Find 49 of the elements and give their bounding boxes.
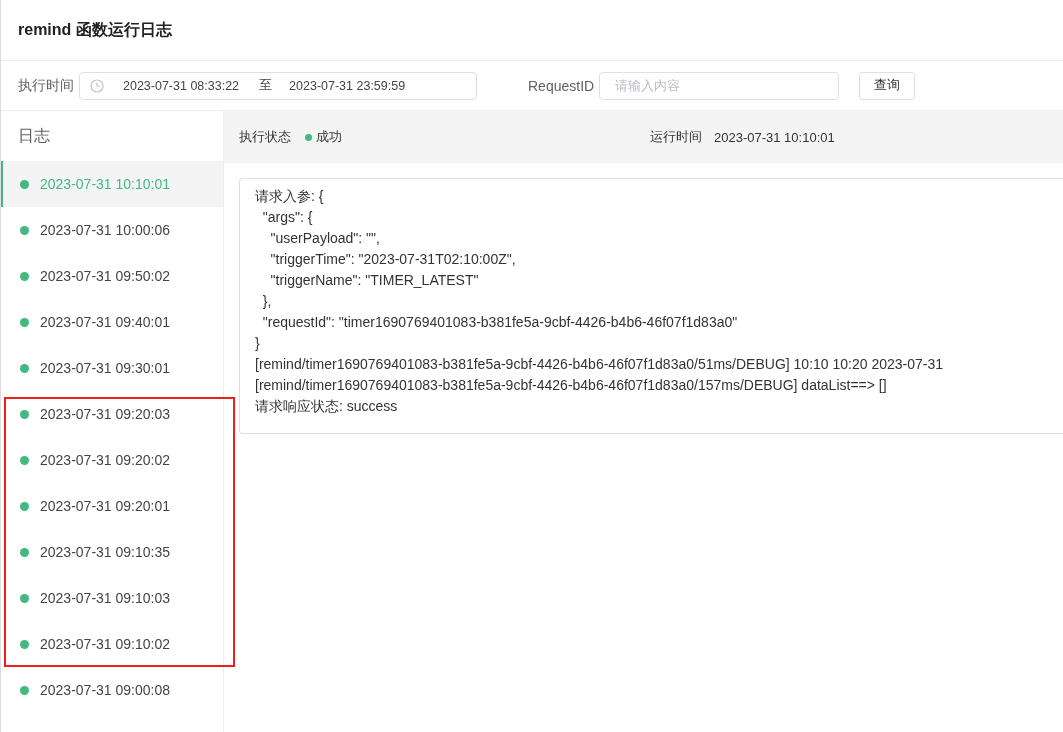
status-dot [20,179,29,189]
status-dot [20,639,29,649]
run-time-label: 运行时间 [650,128,702,146]
log-entry[interactable]: 2023-07-31 09:20:01 [1,483,223,529]
request-id-label: RequestID [528,77,595,94]
log-line: "args": { [261,208,314,227]
range-separator: 至 [259,77,273,94]
log-entry[interactable]: 2023-07-31 09:10:03 [1,575,223,621]
start-time: 2023-07-31 08:33:22 [123,78,240,93]
log-entry[interactable]: 2023-07-31 09:30:01 [1,345,223,391]
log-entry[interactable]: 2023-07-31 09:20:03 [1,391,223,437]
query-button[interactable]: 查询 [859,71,916,100]
clock-icon [90,78,104,93]
log-line: 请求响应状态: success [255,397,399,416]
log-line: [remind/timer1690769401083-b381fe5a-9cbf-4426-b4b6-46f07f1d83a0/157ms/DEBUG] dataList==> [] [255,376,888,395]
status-value: 成功 [305,128,342,146]
request-id-field[interactable]: 请输入内容 [599,71,840,100]
status-dot [20,501,29,511]
log-line: "userPayload": "", [269,229,381,248]
log-entry[interactable]: 2023-07-31 10:00:06 [1,207,223,253]
status-label: 执行状态 [239,128,291,146]
status-dot [20,455,29,465]
log-line: [remind/timer1690769401083-b381fe5a-9cbf-4426-b4b6-46f07f1d83a0/51ms/DEBUG] 10:10 10:20 2023-07-31 [255,355,945,374]
log-entry[interactable]: 2023-07-31 09:10:02 [1,621,223,667]
status-dot [20,317,29,327]
end-time: 2023-07-31 23:59:59 [289,78,406,93]
status-dot [20,685,29,695]
log-entry[interactable]: 2023-07-31 09:50:02 [1,253,223,299]
status-dot [20,409,29,419]
log-entry[interactable]: 2023-07-31 09:00:08 [1,667,223,713]
log-entry[interactable]: 2023-07-31 09:10:35 [1,529,223,575]
log-line: "requestId": "timer1690769401083-b381fe5a-9cbf-4426-b4b6-46f07f1d83a0" [261,313,739,332]
log-line: "triggerName": "TIMER_LATEST" [269,271,480,290]
time-label: 执行时间 [18,76,74,95]
status-dot [20,271,29,281]
log-entry[interactable]: 2023-07-31 09:20:02 [1,437,223,483]
log-line: "triggerTime": "2023-07-31T02:10:00Z", [269,250,517,269]
log-line: } [255,334,261,353]
date-range-field[interactable]: 2023-07-31 08:33:22 至 2023-07-31 23:59:59 [79,71,477,100]
page-title: remind 函数运行日志 [18,19,172,40]
log-line: }, [261,292,273,311]
log-line: 请求入参: { [255,187,325,206]
status-dot [20,547,29,557]
status-dot [20,363,29,373]
log-entry[interactable]: 2023-07-31 09:40:01 [1,299,223,345]
sidebar-title: 日志 [17,125,51,146]
run-time-value: 2023-07-31 10:10:01 [714,129,835,145]
status-dot [20,225,29,235]
status-dot [20,593,29,603]
